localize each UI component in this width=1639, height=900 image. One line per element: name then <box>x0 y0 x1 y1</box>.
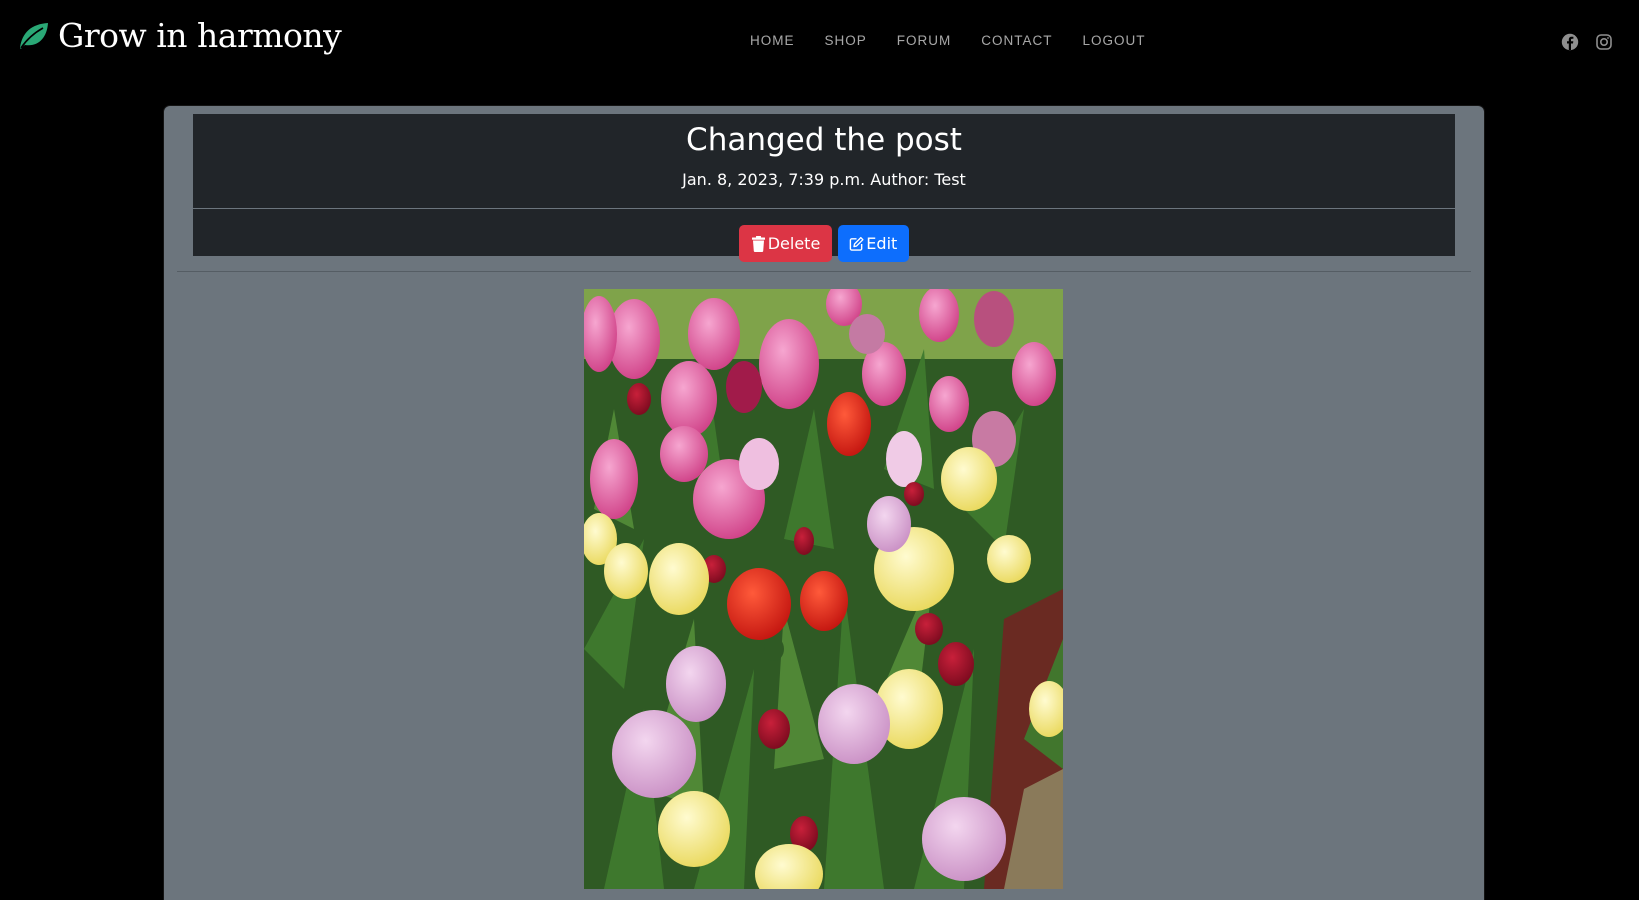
brand-link[interactable]: Grow in harmony <box>16 15 342 55</box>
social-links <box>1561 33 1613 51</box>
delete-label: Delete <box>767 234 821 253</box>
nav-links: HOME SHOP FORUM CONTACT LOGOUT <box>735 33 1161 48</box>
nav-home[interactable]: HOME <box>735 33 810 48</box>
post-actions: Delete Edit <box>193 225 1455 262</box>
facebook-icon[interactable] <box>1561 33 1579 51</box>
nav-forum[interactable]: FORUM <box>882 33 967 48</box>
tulips-image <box>584 289 1063 889</box>
post-meta: Jan. 8, 2023, 7:39 p.m. Author: Test <box>682 170 966 189</box>
trash-icon <box>751 235 766 252</box>
navbar: Grow in harmony HOME SHOP FORUM CONTACT … <box>0 0 1639 86</box>
page: Grow in harmony HOME SHOP FORUM CONTACT … <box>0 0 1639 900</box>
instagram-icon[interactable] <box>1595 33 1613 51</box>
brand-title: Grow in harmony <box>58 15 342 55</box>
nav-logout[interactable]: LOGOUT <box>1068 33 1161 48</box>
edit-button[interactable]: Edit <box>838 225 910 262</box>
post-image <box>584 289 1063 889</box>
card-divider <box>177 271 1471 272</box>
post-card: Changed the post Jan. 8, 2023, 7:39 p.m.… <box>164 106 1484 900</box>
post-header: Changed the post Jan. 8, 2023, 7:39 p.m.… <box>193 114 1455 262</box>
edit-label: Edit <box>866 234 898 253</box>
divider <box>193 208 1455 209</box>
edit-icon <box>849 236 864 252</box>
post-title: Changed the post <box>686 122 962 158</box>
leaf-icon <box>16 18 50 52</box>
delete-button[interactable]: Delete <box>738 225 833 262</box>
nav-contact[interactable]: CONTACT <box>966 33 1067 48</box>
nav-shop[interactable]: SHOP <box>810 33 882 48</box>
